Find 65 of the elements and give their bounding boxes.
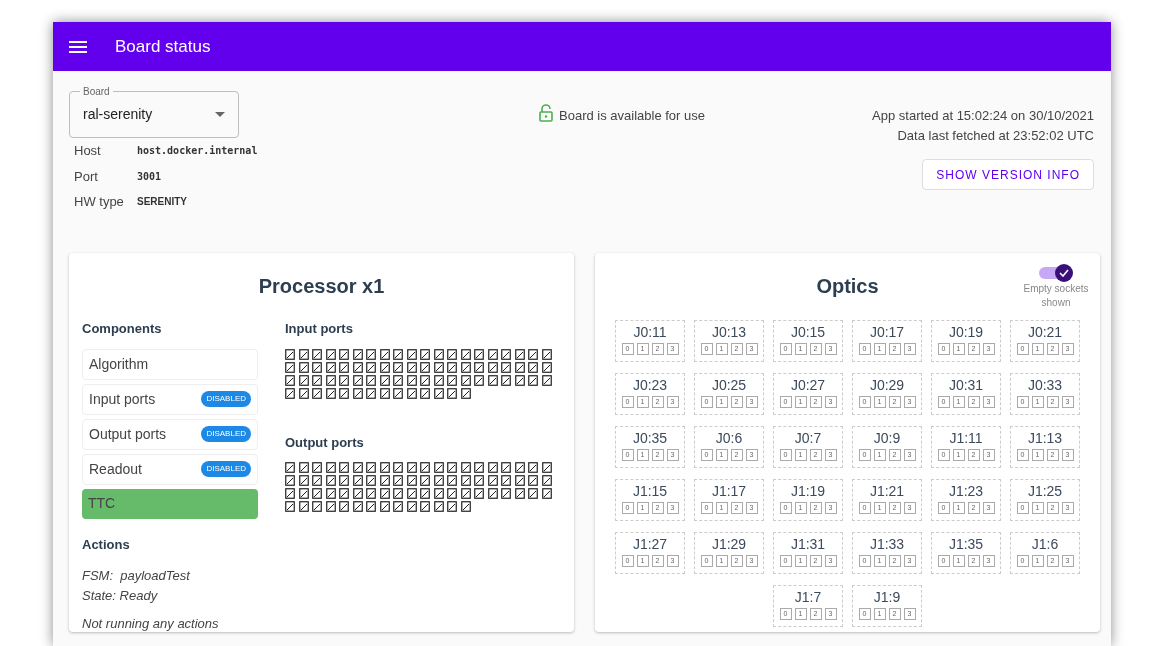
section-heading: Components: [82, 320, 163, 338]
socket-label: J1:21: [869, 483, 905, 500]
socket-label: J1:13: [1027, 430, 1063, 447]
availability-text: Board is available for use: [559, 107, 705, 125]
socket-label: J1:23: [948, 483, 984, 500]
socket-label: J0:13: [711, 324, 747, 341]
component-item[interactable]: Algorithm: [82, 348, 258, 380]
socket-label: J0:23: [632, 377, 668, 394]
version-info-button[interactable]: SHOW VERSION INFO: [922, 159, 1094, 190]
socket-label: J0:25: [711, 377, 747, 394]
section-heading: Input ports: [285, 320, 354, 338]
app-started-text: App started at 15:02:24 on 30/10/2021: [872, 107, 1094, 125]
socket-label: J1:35: [948, 536, 984, 553]
socket-label: J0:27: [790, 377, 826, 394]
socket-label: J0:19: [948, 324, 984, 341]
dropdown-caret-icon: [215, 112, 225, 117]
fsm-text: FSM: payloadTest: [82, 567, 192, 585]
socket-label: J0:11: [633, 324, 667, 341]
socket-label: J1:19: [790, 483, 826, 500]
check-icon: [1059, 269, 1069, 277]
component-item[interactable]: Input ports DISABLED: [82, 383, 258, 415]
component-item[interactable]: TTC: [82, 488, 258, 519]
info-value: host.docker.internal: [137, 144, 258, 159]
component-item[interactable]: Readout DISABLED: [82, 453, 258, 485]
socket-label: J0:6: [715, 430, 743, 447]
status-badge: DISABLED: [201, 426, 251, 442]
socket-label: J0:15: [790, 324, 826, 341]
socket-label: J1:15: [632, 483, 668, 500]
status-badge: DISABLED: [201, 461, 251, 477]
socket-label: J1:27: [632, 536, 668, 553]
socket-label: J0:35: [632, 430, 668, 447]
section-heading: Actions: [82, 535, 131, 554]
info-label: Host: [74, 142, 102, 160]
socket-label: J1:17: [711, 483, 747, 500]
socket-label: J0:21: [1027, 324, 1063, 341]
state-text: State: Ready: [82, 586, 159, 605]
toggle-switch[interactable]: [1039, 265, 1073, 281]
card-title: Optics: [816, 274, 879, 299]
info-label: HW type: [74, 193, 125, 211]
component-item[interactable]: Output ports DISABLED: [82, 418, 258, 450]
socket-label: J0:7: [794, 430, 822, 447]
socket-label: J1:33: [869, 536, 905, 553]
socket-label: J0:9: [873, 430, 901, 447]
card-title: Processor x1: [257, 274, 386, 299]
socket-label: J1:25: [1027, 483, 1063, 500]
socket-label: J0:31: [948, 377, 984, 394]
status-badge: DISABLED: [201, 391, 251, 407]
socket-label: J0:17: [869, 324, 905, 341]
socket-label: J1:9: [873, 589, 901, 606]
socket-label: J1:31: [790, 536, 826, 553]
socket-label: J0:29: [869, 377, 905, 394]
running-text: Not running any actions: [82, 615, 220, 633]
toggle-label: Empty sockets shown: [1022, 282, 1090, 310]
socket-label: J0:33: [1027, 377, 1063, 394]
section-heading: Output ports: [285, 433, 365, 452]
socket-label: J1:11: [949, 430, 983, 447]
data-fetched-text: Data last fetched at 23:52:02 UTC: [897, 126, 1094, 145]
menu-icon[interactable]: [69, 40, 87, 53]
socket-label: J1:6: [1031, 536, 1059, 553]
info-value: SERENITY: [137, 195, 187, 210]
info-value: 3001: [137, 169, 162, 184]
socket-label: J1:7: [794, 589, 822, 606]
socket-label: J1:29: [711, 536, 747, 553]
app-title: Board status: [115, 35, 211, 58]
info-label: Port: [74, 167, 99, 186]
